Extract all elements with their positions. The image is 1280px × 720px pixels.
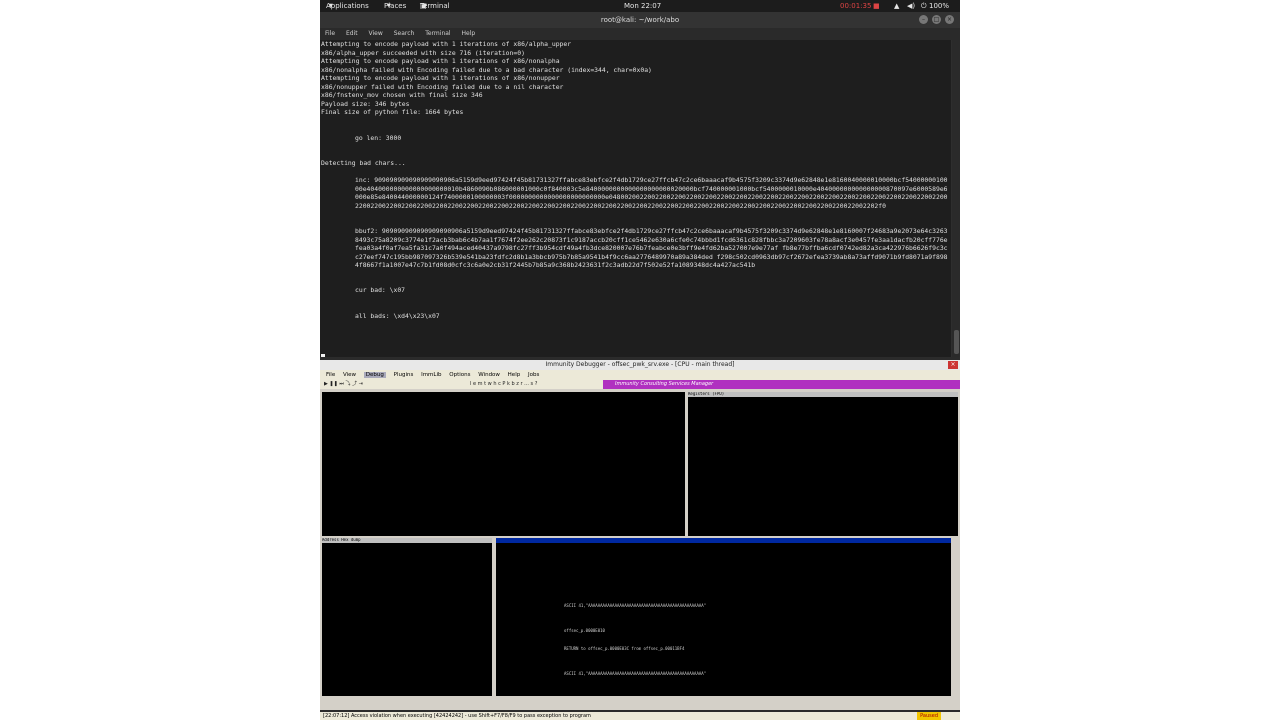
minimize-icon[interactable]: –: [919, 15, 928, 24]
output-line: x86/nonupper failed with Encoding failed…: [321, 82, 564, 91]
registers-pane[interactable]: Registers (FPU): [688, 392, 958, 536]
terminal-menubar: File Edit View Search Terminal Help: [320, 28, 960, 40]
imm-menu-immlib[interactable]: ImmLib: [421, 372, 441, 378]
stack-comment: offsec_p.0000E010: [564, 628, 605, 633]
all-bads-line: all bads: \xd4\x23\x07: [355, 311, 440, 320]
status-bar: [22:07:12] Access violation when executi…: [320, 712, 960, 720]
status-badge: Paused: [917, 712, 941, 720]
menu-view[interactable]: View: [369, 30, 383, 37]
immunity-toolbar: ▶ ❚❚ ⏭ ⤵ ⤴ ⇥ l e m t w h c P k b z r ...…: [320, 380, 960, 389]
imm-menu-jobs[interactable]: Jobs: [528, 372, 539, 378]
play-icon[interactable]: ▶ ❚❚ ⏭ ⤵ ⤴ ⇥: [324, 381, 363, 387]
status-message: [22:07:12] Access violation when executi…: [323, 713, 591, 719]
chevron-down-icon: ▼: [329, 3, 333, 9]
battery-label: 100%: [929, 2, 950, 10]
output-line: x86/alpha_upper succeeded with size 716 …: [321, 48, 525, 57]
immunity-menubar: File View Debug Plugins ImmLib Options W…: [320, 370, 960, 380]
recording-timer: 00:01:35: [840, 2, 872, 10]
scrollbar-thumb[interactable]: [954, 330, 959, 354]
output-line: Attempting to encode payload with 1 iter…: [321, 57, 560, 65]
dump-header: Address Hex dump: [322, 538, 492, 543]
output-line: x86/nonalpha failed with Encoding failed…: [321, 65, 652, 74]
terminal-title: root@kali: ~/work/abo: [600, 16, 680, 24]
terminal-output[interactable]: Attempting to encode payload with 1 iter…: [320, 40, 951, 357]
menu-search[interactable]: Search: [394, 30, 415, 37]
terminal-scrollbar[interactable]: [952, 40, 960, 357]
detecting-line: Detecting bad chars...: [321, 159, 406, 167]
top-panel: Applications ▼ Places ▼ ▣ Terminal ▼ Mon 22…: [320, 0, 960, 12]
disassembly-pane[interactable]: [322, 392, 685, 536]
consulting-manager-banner: Immunity Consulting Services Manager: [603, 380, 960, 389]
screen: Applications ▼ Places ▼ ▣ Terminal ▼ Mon 22…: [0, 0, 1280, 720]
maximize-icon[interactable]: □: [932, 15, 941, 24]
stack-comment: RETURN to offsec_p.0000E03C from offsec_…: [564, 646, 685, 651]
imm-menu-window[interactable]: Window: [478, 372, 500, 378]
volume-icon[interactable]: ◀): [907, 0, 915, 12]
inc-buffer-line: inc: 909090909090909090906a5159d9eed9742…: [355, 176, 948, 210]
terminal-window: root@kali: ~/work/abo – □ × File Edit Vi…: [320, 12, 960, 357]
imm-menu-plugins[interactable]: Plugins: [394, 372, 414, 378]
imm-menu-file[interactable]: File: [326, 372, 335, 378]
terminal-titlebar[interactable]: root@kali: ~/work/abo – □ ×: [320, 12, 960, 28]
bbuf-line: bbuf2: 909090909090909090906a5159d9eed97…: [355, 227, 948, 269]
output-line: Final size of python file: 1664 bytes: [321, 108, 464, 116]
output-line: Attempting to encode payload with 1 iter…: [321, 40, 572, 48]
go-len-line: go len: 3000: [355, 133, 402, 142]
output-line: Attempting to encode payload with 1 iter…: [321, 74, 560, 82]
output-line: Payload size: 346 bytes: [321, 99, 410, 108]
imm-menu-view[interactable]: View: [343, 372, 356, 378]
hex-dump-pane[interactable]: Address Hex dump: [322, 538, 492, 696]
record-icon[interactable]: ■: [873, 0, 880, 12]
clock[interactable]: Mon 22:07: [624, 0, 661, 12]
imm-menu-options[interactable]: Options: [449, 372, 470, 378]
stack-pane[interactable]: ASCII 41,"AAAAAAAAAAAAAAAAAAAAAAAAAAAAAA…: [496, 538, 951, 696]
close-icon[interactable]: ×: [948, 361, 958, 369]
registers-header: Registers (FPU): [688, 392, 958, 397]
network-icon[interactable]: ▲: [894, 0, 899, 12]
stack-comment: ASCII 41,"AAAAAAAAAAAAAAAAAAAAAAAAAAAAAA…: [564, 671, 707, 676]
menu-file[interactable]: File: [325, 30, 335, 37]
chevron-down-icon: ▼: [423, 3, 427, 9]
desktop: Applications ▼ Places ▼ ▣ Terminal ▼ Mon 22…: [320, 0, 960, 720]
stack-comment: ASCII 41,"AAAAAAAAAAAAAAAAAAAAAAAAAAAAAA…: [564, 603, 707, 608]
imm-menu-help[interactable]: Help: [508, 372, 521, 378]
close-icon[interactable]: ×: [945, 15, 954, 24]
stack-selection-bar: [496, 538, 951, 543]
text-cursor: [321, 354, 325, 357]
immunity-titlebar[interactable]: Immunity Debugger - offsec_pwk_srv.exe -…: [320, 360, 960, 370]
menu-edit[interactable]: Edit: [346, 30, 358, 37]
output-line: x86/fnstenv_mov chosen with final size 3…: [321, 91, 483, 99]
chevron-down-icon: ▼: [387, 3, 391, 9]
immunity-debugger-window: Immunity Debugger - offsec_pwk_srv.exe -…: [320, 360, 960, 720]
toolbar-letter-buttons[interactable]: l e m t w h c P k b z r ... s ?: [470, 380, 537, 389]
power-icon[interactable]: ⏻: [921, 0, 927, 12]
imm-menu-debug[interactable]: Debug: [363, 372, 386, 378]
immunity-title: Immunity Debugger - offsec_pwk_srv.exe -…: [545, 361, 735, 368]
menu-help[interactable]: Help: [462, 30, 476, 37]
menu-terminal[interactable]: Terminal: [425, 30, 450, 37]
cur-bad-line: cur bad: \x07: [355, 286, 406, 294]
